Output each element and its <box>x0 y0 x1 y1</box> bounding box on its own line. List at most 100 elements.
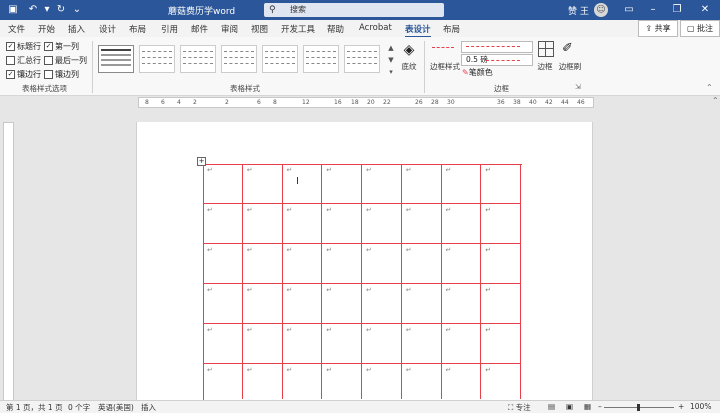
table-cell[interactable]: ↵ <box>282 284 323 324</box>
gallery-down-icon[interactable]: ▼ <box>386 55 396 65</box>
total-row-checkbox[interactable]: 汇总行 <box>6 55 41 66</box>
line-style-dropdown[interactable] <box>461 41 533 53</box>
zoom-level[interactable]: 100% <box>690 402 711 411</box>
table-cell[interactable]: ↵ <box>322 284 362 324</box>
read-mode-icon[interactable]: ▤ <box>548 402 555 411</box>
tab-file[interactable]: 文件 <box>8 23 25 35</box>
table-cell[interactable]: ↵ <box>203 364 243 399</box>
table-cell[interactable]: ↵ <box>362 204 402 244</box>
table-cell[interactable]: ↵ <box>481 284 521 324</box>
border-painter-button[interactable]: 边框刷 <box>558 61 582 72</box>
comment-button[interactable]: ▢ 批注 <box>680 20 720 37</box>
table-cell[interactable]: ↵ <box>441 324 482 364</box>
avatar[interactable]: ☺ <box>594 3 608 17</box>
table-move-handle-icon[interactable]: + <box>197 157 206 166</box>
pen-weight-dropdown[interactable]: 0.5 磅 <box>461 54 533 66</box>
table-style-plain-4[interactable] <box>262 45 298 73</box>
language-indicator[interactable]: 英语(美国) <box>98 402 134 413</box>
table-cell[interactable]: ↵ <box>322 164 362 204</box>
table-cell[interactable]: ↵ <box>481 204 521 244</box>
table-style-plain-6[interactable] <box>344 45 380 73</box>
table-style-plain-2[interactable] <box>180 45 216 73</box>
table-cell[interactable]: ↵ <box>362 284 402 324</box>
table-cell[interactable]: ↵ <box>242 204 283 244</box>
table-cell[interactable]: ↵ <box>242 244 283 284</box>
redo-icon[interactable]: ↻ <box>54 3 68 17</box>
table-cell[interactable]: ↵ <box>362 244 402 284</box>
table-cell[interactable]: ↵ <box>203 324 243 364</box>
user-name[interactable]: 赞 王 <box>568 4 589 17</box>
zoom-in-icon[interactable]: + <box>678 402 684 411</box>
table-cell[interactable]: ↵ <box>481 244 521 284</box>
tab-acrobat[interactable]: Acrobat <box>359 23 392 33</box>
table-cell[interactable]: ↵ <box>322 364 362 399</box>
tab-insert[interactable]: 插入 <box>68 23 85 35</box>
table-cell[interactable]: ↵ <box>401 164 442 204</box>
search-box[interactable]: ⚲ 搜索 <box>264 3 444 17</box>
table-cell[interactable]: ↵ <box>242 324 283 364</box>
table-cell[interactable]: ↵ <box>441 204 482 244</box>
table-cell[interactable]: ↵ <box>242 284 283 324</box>
table-style-plain-3[interactable] <box>221 45 257 73</box>
table-cell[interactable]: ↵ <box>481 164 521 204</box>
undo-icon[interactable]: ↶ <box>26 3 40 17</box>
first-column-checkbox[interactable]: ✓ 第一列 <box>44 41 79 52</box>
page-count[interactable]: 第 1 页，共 1 页 <box>6 402 63 413</box>
share-button[interactable]: ⇪ 共享 <box>638 20 678 37</box>
tab-developer[interactable]: 开发工具 <box>281 23 315 35</box>
table-style-plain-5[interactable] <box>303 45 339 73</box>
table-cell[interactable]: ↵ <box>441 284 482 324</box>
table-cell[interactable]: ↵ <box>362 364 402 399</box>
ruler-toggle-icon[interactable]: ⌃ <box>712 96 719 105</box>
tab-help[interactable]: 帮助 <box>327 23 344 35</box>
table-cell[interactable]: ↵ <box>203 204 243 244</box>
save-icon[interactable]: ▣ <box>6 3 20 17</box>
border-painter-icon[interactable]: ✐ <box>562 41 578 57</box>
close-icon[interactable]: ✕ <box>696 2 714 18</box>
tab-view[interactable]: 视图 <box>251 23 268 35</box>
table-cell[interactable]: ↵ <box>442 364 482 399</box>
customize-icon[interactable]: ⌄ <box>70 3 84 17</box>
table-cell[interactable]: ↵ <box>203 244 243 284</box>
vertical-ruler[interactable] <box>3 122 14 402</box>
table-cell[interactable]: ↵ <box>441 164 482 204</box>
tab-home[interactable]: 开始 <box>38 23 55 35</box>
table-cell[interactable]: ↵ <box>282 324 323 364</box>
undo-dropdown-icon[interactable]: ▾ <box>40 3 54 17</box>
tab-review[interactable]: 审阅 <box>221 23 238 35</box>
minimize-icon[interactable]: – <box>644 2 662 18</box>
web-layout-icon[interactable]: ▦ <box>584 402 591 411</box>
table-cell[interactable]: ↵ <box>282 164 323 204</box>
table-cell[interactable]: ↵ <box>242 164 283 204</box>
banded-rows-checkbox[interactable]: ✓ 镶边行 <box>6 69 41 80</box>
table-cell[interactable]: ↵ <box>402 364 442 399</box>
border-styles-button[interactable]: 边框样式 <box>428 61 462 72</box>
table-style-plain-1[interactable] <box>139 45 175 73</box>
table-cell[interactable]: ↵ <box>282 204 323 244</box>
table-style-grid[interactable] <box>98 45 134 73</box>
table-cell[interactable]: ↵ <box>322 324 362 364</box>
print-layout-icon[interactable]: ▣ <box>566 402 573 411</box>
tab-table-design[interactable]: 表设计 <box>405 23 431 38</box>
ribbon-display-icon[interactable]: ▭ <box>620 2 638 18</box>
dialog-launcher-icon[interactable]: ⇲ <box>575 83 581 91</box>
last-column-checkbox[interactable]: 最后一列 <box>44 55 87 66</box>
table-cell[interactable]: ↵ <box>362 164 402 204</box>
table-cell[interactable]: ↵ <box>481 324 521 364</box>
restore-icon[interactable]: ❐ <box>668 2 686 18</box>
table-cell[interactable]: ↵ <box>401 324 442 364</box>
table-cell[interactable]: ↵ <box>203 284 243 324</box>
table-cell[interactable]: ↵ <box>243 364 283 399</box>
borders-icon[interactable] <box>538 41 554 57</box>
banded-columns-checkbox[interactable]: 镶边列 <box>44 69 79 80</box>
table-cell[interactable]: ↵ <box>322 244 362 284</box>
table-cell[interactable]: ↵ <box>401 204 442 244</box>
horizontal-ruler[interactable]: 8 6 4 2 2 6 8 12 16 18 20 22 26 28 30 36… <box>138 97 594 108</box>
tab-design[interactable]: 设计 <box>99 23 116 35</box>
table-cell[interactable]: ↵ <box>282 244 323 284</box>
zoom-slider-thumb[interactable] <box>637 404 640 411</box>
borders-button[interactable]: 边框 <box>534 61 556 72</box>
tab-mailings[interactable]: 邮件 <box>191 23 208 35</box>
header-row-checkbox[interactable]: ✓ 标题行 <box>6 41 41 52</box>
table-cell[interactable]: ↵ <box>441 244 482 284</box>
